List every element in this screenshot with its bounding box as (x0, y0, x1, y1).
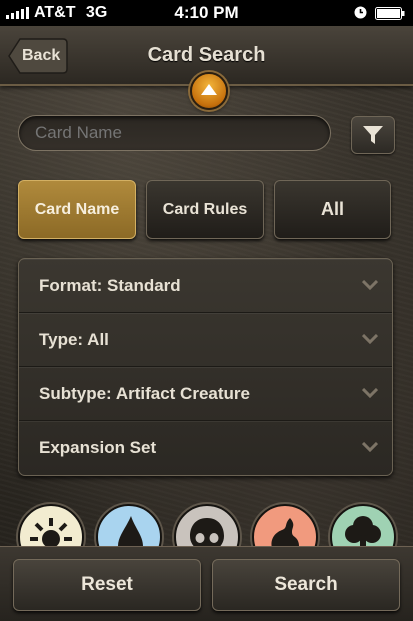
page-title: Card Search (147, 44, 266, 66)
filter-options-list: Format: Standard Type: All Subtype: Arti… (18, 258, 393, 476)
segment-card-name[interactable]: Card Name (18, 180, 136, 239)
filter-button[interactable] (351, 116, 395, 154)
status-bar: AT&T 3G 4:10 PM (0, 0, 413, 26)
alarm-clock-icon (354, 6, 367, 19)
expansion-set-filter-row[interactable]: Expansion Set (19, 421, 392, 474)
reset-button[interactable]: Reset (13, 559, 201, 611)
chevron-down-icon (362, 442, 378, 452)
format-filter-label: Format: Standard (39, 276, 181, 295)
chevron-down-icon (362, 334, 378, 344)
expansion-set-filter-label: Expansion Set (39, 438, 157, 457)
subtype-filter-row[interactable]: Subtype: Artifact Creature (19, 367, 392, 421)
segment-card-rules[interactable]: Card Rules (146, 180, 264, 239)
status-time: 4:10 PM (174, 3, 239, 22)
type-filter-label: Type: All (39, 330, 109, 349)
format-filter-row[interactable]: Format: Standard (19, 259, 392, 313)
collapse-toggle-button[interactable] (190, 72, 228, 110)
search-button[interactable]: Search (212, 559, 400, 611)
card-name-search-input[interactable] (18, 115, 331, 151)
type-filter-row[interactable]: Type: All (19, 313, 392, 367)
bottom-action-bar: Reset Search (0, 546, 413, 621)
battery-icon (375, 7, 405, 20)
chevron-down-icon (362, 280, 378, 290)
subtype-filter-label: Subtype: Artifact Creature (39, 384, 250, 403)
chevron-down-icon (362, 388, 378, 398)
segment-all[interactable]: All (274, 180, 391, 239)
filter-funnel-icon (363, 126, 383, 144)
chevron-up-icon (201, 84, 217, 95)
